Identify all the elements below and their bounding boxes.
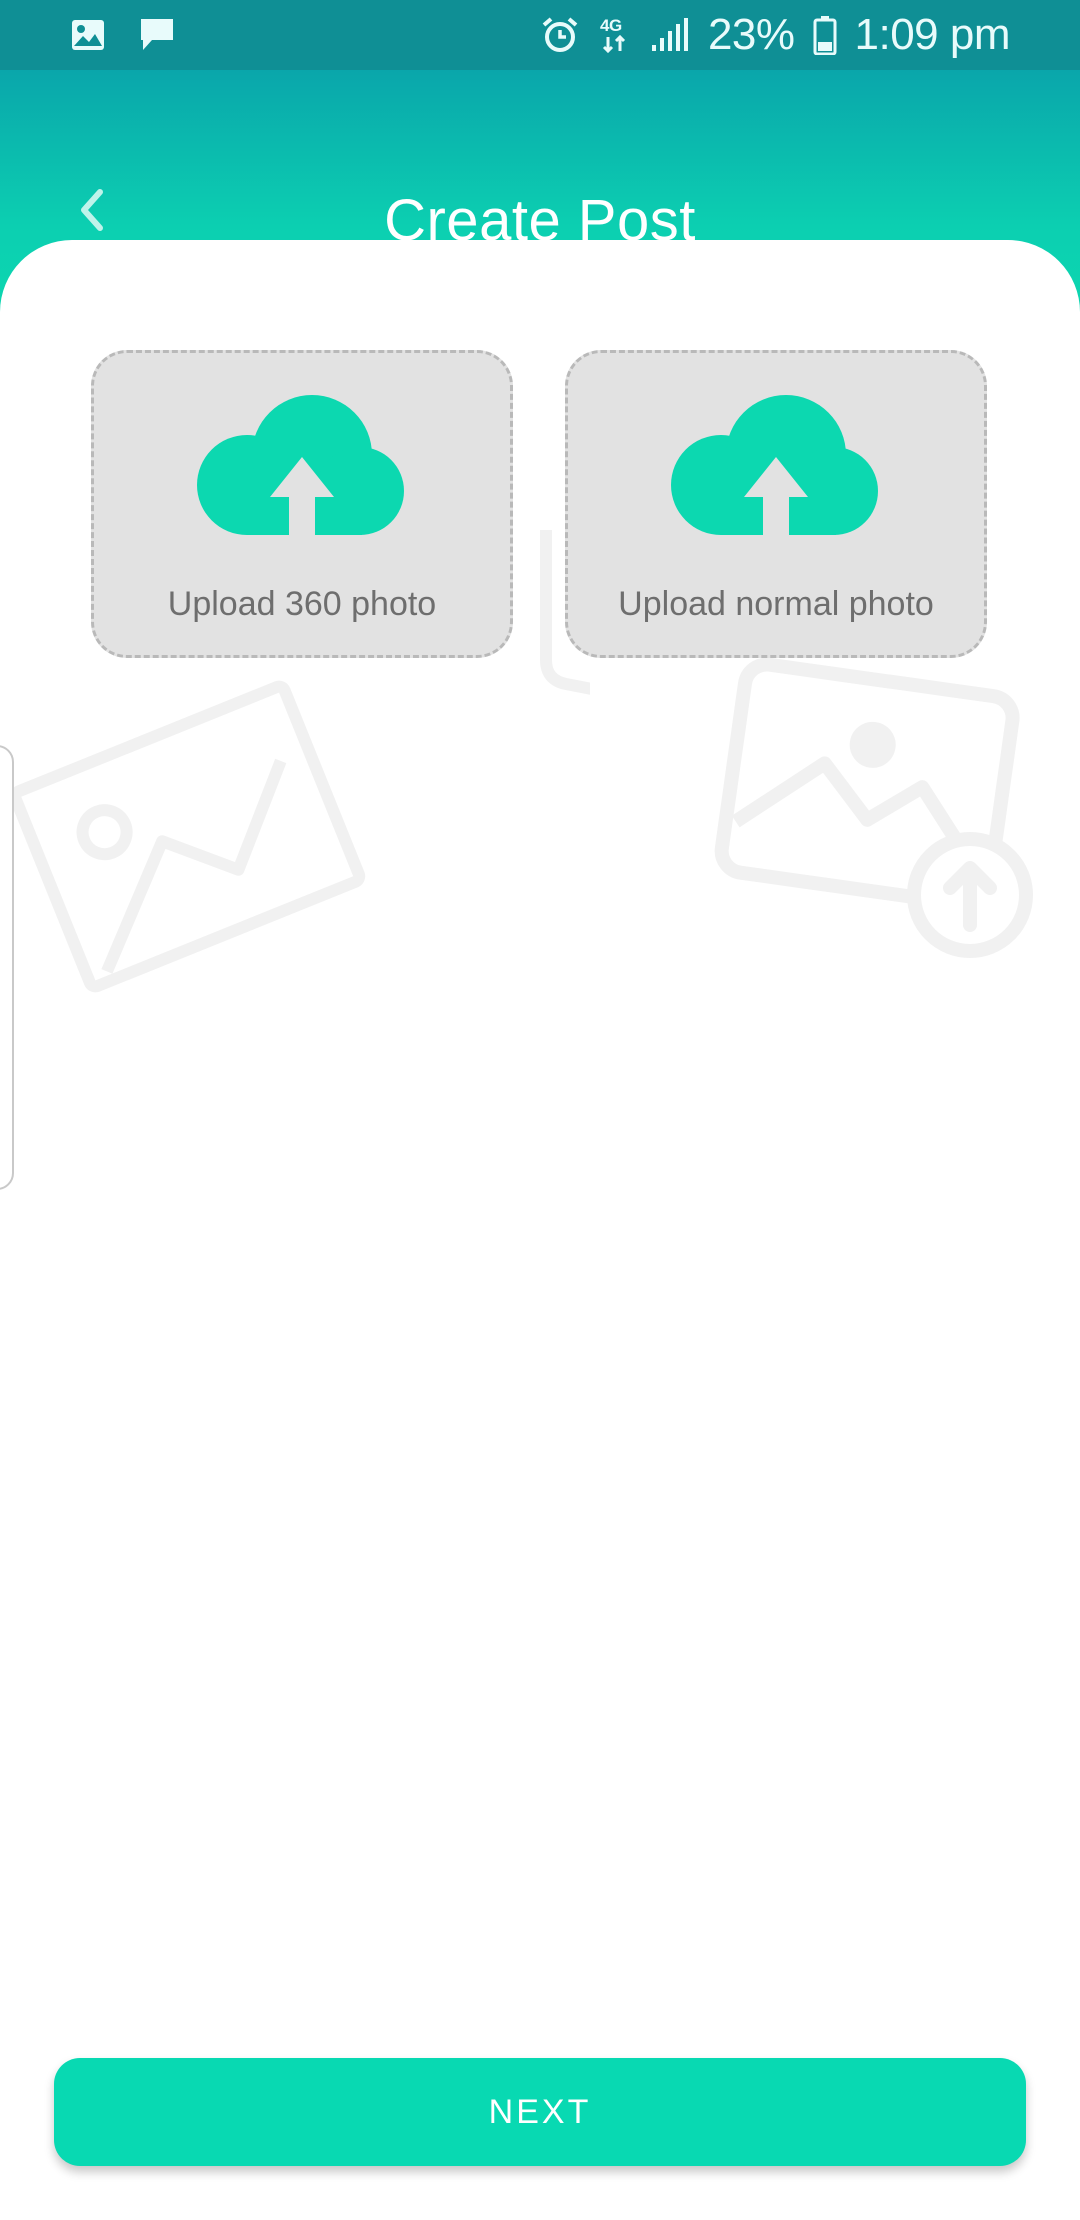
upload-360-photo-button[interactable]: Upload 360 photo	[91, 350, 513, 658]
side-drawer-handle[interactable]	[0, 745, 14, 1190]
clock-time: 1:09 pm	[854, 10, 1011, 59]
status-right: 4G 23% 1:09 pm	[540, 10, 1011, 59]
upload-normal-photo-label: Upload normal photo	[618, 585, 934, 623]
gallery-icon	[70, 18, 106, 52]
upload-normal-photo-button[interactable]: Upload normal photo	[565, 350, 987, 658]
cloud-upload-icon	[192, 393, 412, 535]
svg-text:4G: 4G	[600, 16, 622, 35]
status-left	[70, 16, 176, 54]
create-post-screen: 4G 23% 1:09 pm Create Post Upload 360 ph…	[0, 0, 1080, 2220]
upload-360-photo-label: Upload 360 photo	[167, 585, 437, 623]
alarm-icon	[540, 15, 580, 55]
signal-icon	[650, 17, 690, 53]
cloud-upload-icon	[666, 393, 886, 535]
next-button[interactable]: NEXT	[54, 2058, 1026, 2166]
message-icon	[138, 16, 176, 54]
network-4g-icon: 4G	[598, 15, 632, 55]
status-bar: 4G 23% 1:09 pm	[0, 0, 1080, 70]
battery-percentage: 23%	[707, 10, 795, 59]
battery-icon	[813, 15, 837, 56]
